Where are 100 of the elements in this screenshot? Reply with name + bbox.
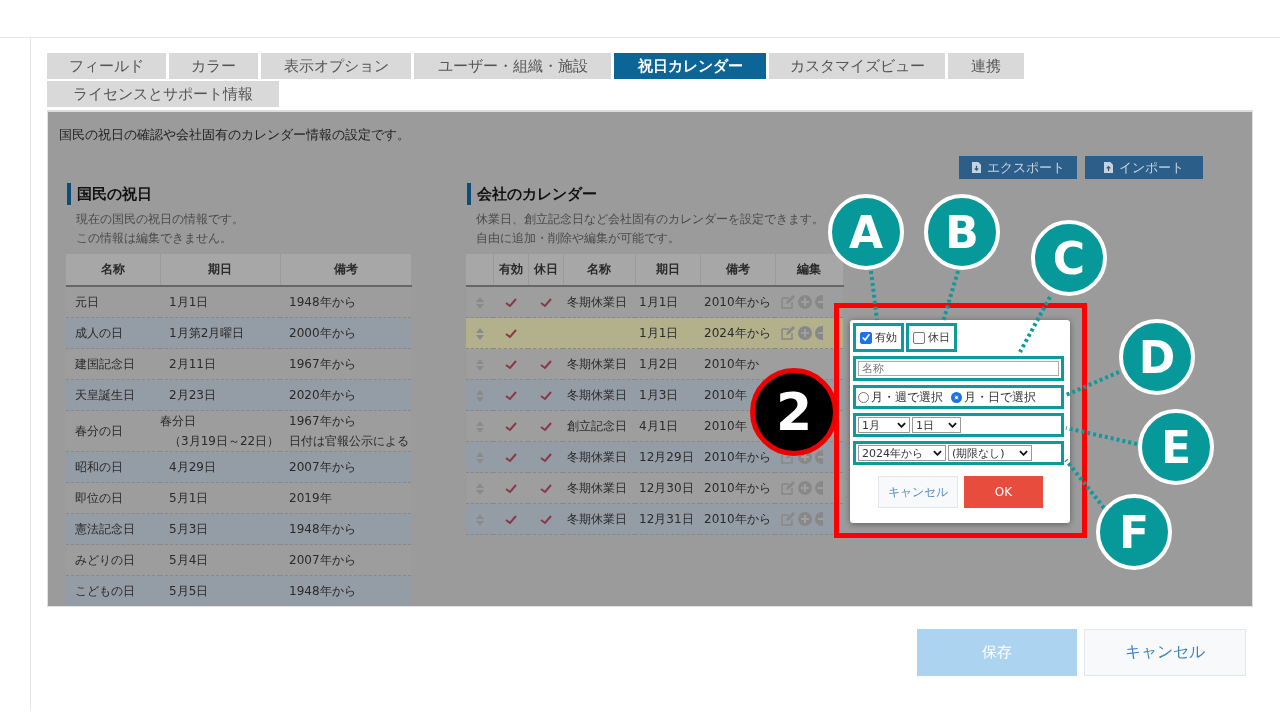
table-cell: 2020年から — [289, 388, 356, 402]
tab[interactable]: 表示オプション — [261, 53, 411, 79]
column-header: 備考 — [700, 254, 775, 286]
table-cell: 2010年から — [704, 480, 771, 495]
enabled-checkbox[interactable]: 有効 — [853, 323, 904, 352]
table-cell: 天皇誕生日 — [75, 388, 135, 402]
table-cell: 5月1日 — [169, 491, 209, 505]
tab[interactable]: カスタマイズビュー — [769, 53, 945, 79]
tab[interactable]: ライセンスとサポート情報 — [47, 81, 279, 107]
table-cell: 2007年から — [289, 460, 356, 474]
tab[interactable]: 祝日カレンダー — [614, 53, 766, 79]
column-header: 編集 — [775, 254, 843, 286]
cancel-button[interactable]: キャンセル — [878, 476, 958, 508]
table-cell: 2000年から — [289, 326, 356, 340]
name-field[interactable]: 名称 — [853, 356, 1064, 381]
note-text: 自由に追加・削除や編集が可能です。 — [476, 230, 681, 247]
table-cell: 春分の日 — [75, 424, 123, 438]
table-cell: 1月1日 — [169, 295, 209, 309]
section-title: 国民の祝日 — [67, 183, 466, 205]
check-icon — [861, 332, 871, 343]
table-cell: 冬期休業日 — [567, 294, 627, 309]
table-cell: 冬期休業日 — [567, 511, 627, 526]
table-cell: 日付は官報公示による — [289, 434, 409, 448]
tab[interactable]: フィールド — [47, 53, 166, 79]
ok-button[interactable]: OK — [964, 476, 1043, 508]
export-button[interactable]: エクスポート — [959, 156, 1077, 179]
chevron-icon — [897, 422, 906, 428]
remove-icon[interactable] — [815, 295, 823, 310]
table-cell: 1967年から — [289, 357, 356, 371]
table-cell: 冬期休業日 — [567, 480, 627, 495]
remove-icon[interactable] — [815, 450, 823, 465]
table-cell: 冬期休業日 — [567, 356, 627, 371]
file-icon — [1104, 162, 1113, 173]
table-cell: 冬期休業日 — [567, 387, 627, 402]
tab[interactable]: 連携 — [948, 53, 1024, 79]
leader-line — [868, 268, 880, 323]
table-cell: 1948年から — [289, 522, 356, 536]
tab[interactable]: カラー — [169, 53, 258, 79]
radio-option[interactable]: 月・日で選択 — [951, 388, 1036, 406]
drag-handle-icon[interactable] — [475, 451, 484, 464]
table-cell: 12月30日 — [639, 480, 694, 495]
drag-handle-icon[interactable] — [475, 513, 484, 526]
start-select[interactable]: 2024年から — [858, 445, 946, 461]
import-button[interactable]: インポート — [1085, 156, 1203, 179]
table-cell: 元日 — [75, 295, 99, 309]
table-cell: （3月19日～22日） — [169, 434, 280, 448]
note-text: 休業日、創立記念日など会社固有のカレンダーを設定できます。 — [476, 211, 825, 228]
table-cell: 1948年から — [289, 295, 356, 309]
column-header: 名称 — [563, 254, 635, 286]
note-text: この情報は編集できません。 — [76, 230, 233, 247]
day-select[interactable]: 1日 — [912, 417, 961, 433]
table-cell: 1948年から — [289, 584, 356, 598]
column-header: 期日 — [635, 254, 700, 286]
table-cell: 1月2日 — [639, 356, 679, 371]
remove-icon[interactable] — [815, 326, 823, 341]
leader-line — [1063, 369, 1122, 398]
remove-icon[interactable] — [815, 481, 823, 496]
table-cell: 2010年から — [704, 511, 771, 526]
table-cell: 5月5日 — [169, 584, 209, 598]
radio-option[interactable]: 月・週で選択 — [858, 388, 943, 406]
table-cell: 12月31日 — [639, 511, 694, 526]
table-cell: 創立記念日 — [567, 418, 627, 433]
holiday-checkbox[interactable]: 休日 — [906, 323, 957, 352]
month-select[interactable]: 1月 — [858, 417, 910, 433]
table-cell: 2月23日 — [169, 388, 216, 402]
table-cell: 1967年から — [289, 414, 356, 428]
table-cell: 5月4日 — [169, 553, 209, 567]
description: 国民の祝日の確認や会社固有のカレンダー情報の設定です。 — [58, 126, 411, 144]
table-cell: 2010年 — [704, 387, 747, 402]
column-header: 休日 — [528, 254, 563, 286]
column-header: 有効 — [493, 254, 528, 286]
add-icon[interactable] — [798, 295, 812, 310]
table-cell: 2010年から — [704, 294, 771, 309]
column-header: 期日 — [160, 254, 280, 286]
table-cell: 昭和の日 — [75, 460, 123, 474]
add-icon[interactable] — [798, 512, 812, 527]
table-cell: 2月11日 — [169, 357, 216, 371]
table-cell: 2007年から — [289, 553, 356, 567]
table-cell: 1月3日 — [639, 387, 679, 402]
file-icon — [971, 162, 981, 173]
table-cell: 憲法記念日 — [75, 522, 135, 536]
table-cell: 1月1日 — [639, 294, 679, 309]
table-cell: 即位の日 — [75, 491, 123, 505]
table-cell: こどもの日 — [75, 584, 135, 598]
table-cell: 2010年 — [704, 418, 747, 433]
drag-handle-icon[interactable] — [475, 327, 484, 340]
add-icon[interactable] — [798, 481, 812, 496]
cancel-button[interactable]: キャンセル — [1084, 629, 1246, 676]
drag-handle-icon[interactable] — [475, 389, 484, 402]
table-cell: 2024年から — [704, 325, 771, 340]
column-header: 名称 — [66, 254, 160, 286]
table-cell: 成人の日 — [75, 326, 123, 340]
chevron-icon — [948, 422, 957, 428]
table-cell: 2019年 — [289, 491, 332, 505]
remove-icon[interactable] — [815, 512, 823, 527]
tab[interactable]: ユーザー・組織・施設 — [414, 53, 611, 79]
end-select[interactable]: (期限なし) — [948, 445, 1032, 461]
table-cell: 12月29日 — [639, 449, 694, 464]
add-icon[interactable] — [798, 326, 812, 341]
table-cell: 1月1日 — [639, 325, 679, 340]
